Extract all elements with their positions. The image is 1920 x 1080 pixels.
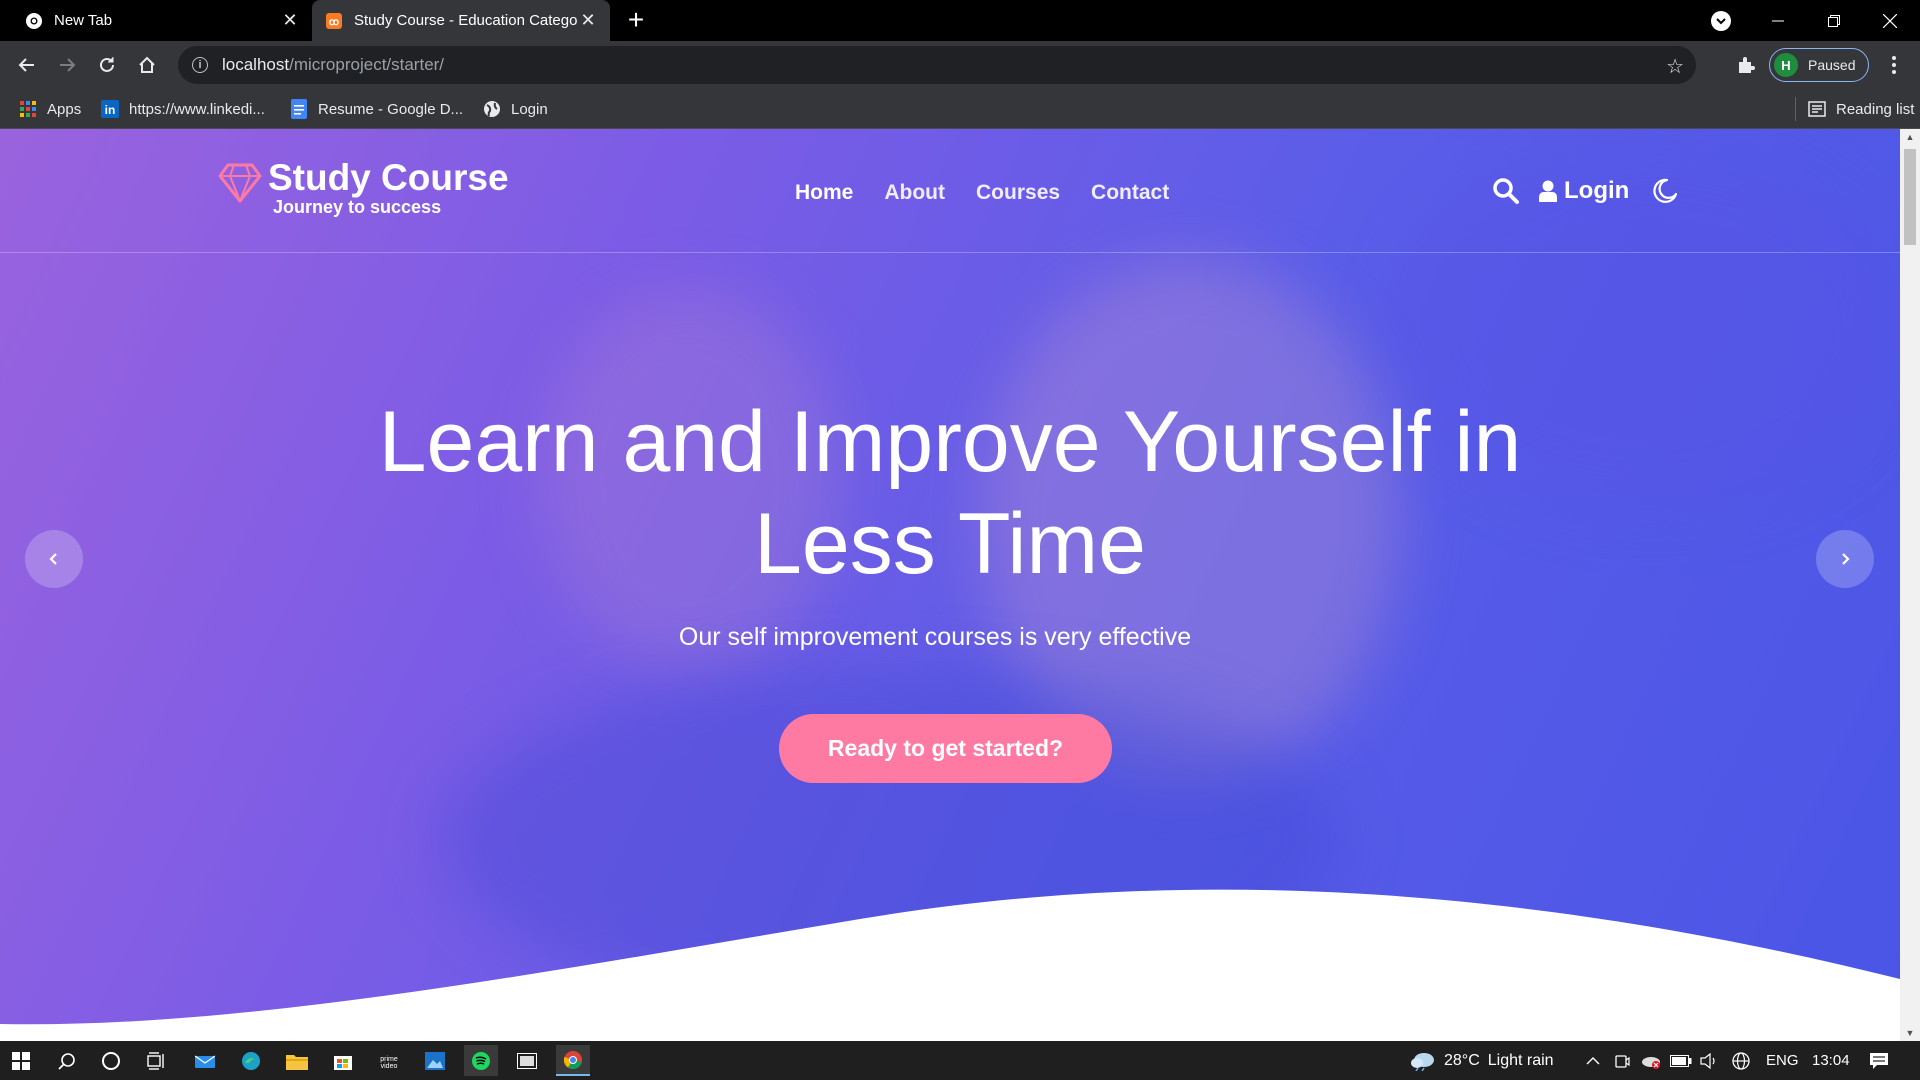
chrome-taskbar-icon[interactable] — [556, 1045, 590, 1076]
tab-study-course[interactable]: ꝏ Study Course - Education Category ✕ — [312, 0, 610, 41]
close-tab-icon[interactable]: ✕ — [280, 10, 300, 31]
new-tab-button[interactable]: + — [622, 6, 650, 34]
reading-list-button[interactable]: Reading list — [1795, 97, 1914, 121]
profile-button[interactable]: H Paused — [1769, 48, 1869, 82]
linkedin-icon: in — [101, 100, 119, 118]
profile-status: Paused — [1808, 57, 1856, 73]
tab-search-icon[interactable] — [1711, 11, 1731, 31]
notifications-icon[interactable] — [1869, 1041, 1889, 1080]
weather-widget[interactable]: 28°C Light rain — [1410, 1041, 1554, 1080]
svg-text:in: in — [105, 103, 116, 117]
spotify-icon[interactable] — [464, 1045, 498, 1076]
search-icon[interactable] — [50, 1045, 84, 1076]
svg-text:prime: prime — [380, 1056, 398, 1063]
bookmark-linkedin[interactable]: in https://www.linkedi... — [101, 97, 265, 121]
network-globe-icon[interactable] — [1732, 1041, 1750, 1080]
weather-temp: 28°C — [1444, 1051, 1480, 1069]
cortana-icon[interactable] — [94, 1045, 128, 1076]
page-viewport: Study Course Journey to success Home Abo… — [0, 129, 1900, 1041]
scroll-down-icon[interactable]: ▼ — [1900, 1025, 1920, 1041]
photos-icon[interactable] — [418, 1045, 452, 1076]
chrome-icon — [24, 11, 44, 31]
windows-taskbar: prime video 28°C Light rain ENG 13:04 — [0, 1041, 1920, 1080]
bookmarks-bar: Apps in https://www.linkedi... Resume - … — [0, 89, 1920, 129]
svg-text:ꝏ: ꝏ — [329, 17, 339, 28]
forward-icon[interactable] — [51, 49, 83, 81]
bookmark-login[interactable]: Login — [483, 97, 548, 121]
google-docs-icon — [290, 99, 308, 119]
volume-icon[interactable] — [1700, 1041, 1718, 1080]
apps-grid-icon — [19, 100, 37, 118]
tray-chevron-up-icon[interactable] — [1586, 1041, 1600, 1080]
clock[interactable]: 13:04 — [1812, 1041, 1850, 1080]
menu-kebab-icon[interactable] — [1878, 49, 1910, 81]
bookmark-star-icon[interactable]: ☆ — [1666, 54, 1684, 79]
mail-icon[interactable] — [188, 1045, 222, 1076]
restore-icon[interactable] — [1806, 0, 1862, 41]
reload-icon[interactable] — [91, 49, 123, 81]
globe-icon — [483, 100, 501, 118]
file-explorer-icon[interactable] — [280, 1045, 314, 1076]
close-tab-icon[interactable]: ✕ — [578, 10, 598, 31]
browser-titlebar: New Tab ✕ ꝏ Study Course - Education Cat… — [0, 0, 1920, 41]
window-app-icon[interactable] — [510, 1045, 544, 1076]
cloud-rain-icon — [1411, 1052, 1434, 1071]
store-icon[interactable] — [326, 1045, 360, 1076]
scroll-up-icon[interactable]: ▲ — [1900, 129, 1920, 145]
edge-icon[interactable] — [234, 1045, 268, 1076]
browser-toolbar: i localhost/microproject/starter/ ☆ H Pa… — [0, 41, 1920, 89]
tab-title: New Tab — [54, 12, 113, 29]
hero-wave-divider — [0, 889, 1900, 1041]
task-view-icon[interactable] — [140, 1045, 174, 1076]
close-window-icon[interactable] — [1862, 0, 1918, 41]
prime-video-icon[interactable]: prime video — [372, 1045, 406, 1076]
xampp-icon: ꝏ — [324, 11, 344, 31]
battery-icon[interactable] — [1670, 1041, 1692, 1080]
windows-start-icon[interactable] — [4, 1045, 38, 1076]
site-info-icon[interactable]: i — [192, 57, 208, 73]
extensions-icon[interactable] — [1730, 49, 1762, 81]
home-icon[interactable] — [131, 49, 163, 81]
scrollbar-thumb[interactable] — [1904, 149, 1916, 245]
reading-list-icon — [1808, 100, 1826, 118]
language-indicator[interactable]: ENG — [1766, 1041, 1799, 1080]
tab-title: Study Course - Education Category — [354, 12, 578, 29]
address-url: localhost/microproject/starter/ — [222, 55, 445, 74]
address-bar[interactable]: i localhost/microproject/starter/ ☆ — [178, 46, 1696, 84]
svg-text:video: video — [381, 1063, 398, 1069]
minimize-icon[interactable] — [1750, 0, 1806, 41]
onedrive-icon[interactable] — [1640, 1041, 1662, 1080]
weather-condition: Light rain — [1487, 1051, 1554, 1069]
back-icon[interactable] — [11, 49, 43, 81]
bookmark-resume[interactable]: Resume - Google D... — [290, 97, 463, 121]
meet-now-icon[interactable] — [1614, 1041, 1630, 1080]
tab-new-tab[interactable]: New Tab ✕ — [12, 0, 312, 41]
bookmark-apps[interactable]: Apps — [19, 97, 81, 121]
page-scrollbar[interactable]: ▲ ▼ — [1900, 129, 1920, 1041]
hero-section: Study Course Journey to success Home Abo… — [0, 129, 1900, 1041]
avatar: H — [1774, 53, 1798, 77]
